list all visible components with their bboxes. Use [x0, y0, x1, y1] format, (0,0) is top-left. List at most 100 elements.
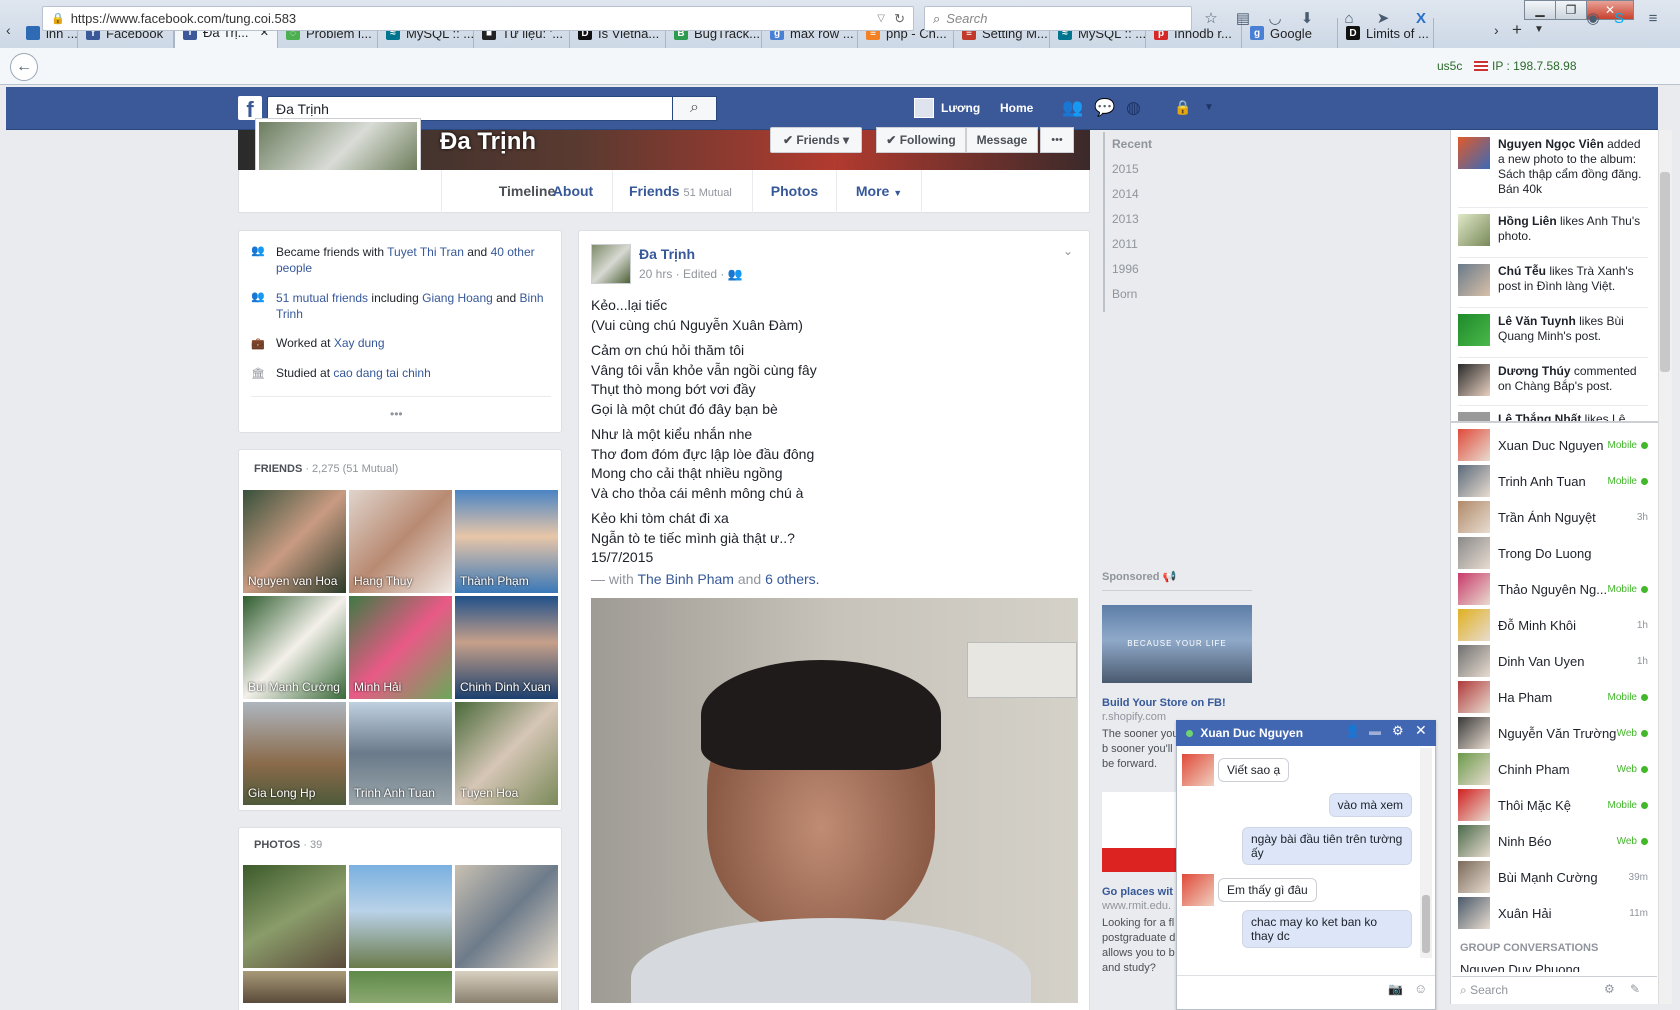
chat-contact[interactable]: Trần Ánh Nguyệt 3h — [1458, 499, 1648, 535]
ticker-story[interactable]: Lê Văn Tuynh likes Bùi Quang Minh's post… — [1458, 314, 1648, 346]
friend-link[interactable]: Tuyet Thi Tran — [387, 245, 464, 259]
friends-card-header[interactable]: FRIENDS · 2,275 (51 Mutual) — [254, 463, 398, 475]
privacy-lock-icon[interactable]: 🔒 — [1174, 99, 1191, 116]
audience-friends-icon[interactable]: 👥 — [728, 267, 743, 281]
chat-close-icon[interactable]: ✕ — [1415, 722, 1427, 739]
search-button[interactable]: ⌕ — [672, 96, 717, 121]
workplace-link[interactable]: Xay dung — [334, 336, 385, 350]
mutual-friends-link[interactable]: 51 mutual friends — [276, 291, 368, 305]
chat-contact[interactable]: Dinh Van Uyen 1h — [1458, 643, 1648, 679]
url-dropdown-icon[interactable]: ▽ — [877, 13, 885, 24]
pocket-icon[interactable]: ◡ — [1266, 10, 1284, 28]
friend-tile[interactable]: Hang Thuy — [349, 490, 452, 593]
friend-tile[interactable]: Bùi Mạnh Cường — [243, 596, 346, 699]
tab-about[interactable]: About — [540, 170, 606, 213]
user-name-link[interactable]: Lương — [941, 101, 980, 115]
ticker-story[interactable]: Nguyen Ngọc Viên added a new photo to th… — [1458, 137, 1648, 197]
home-link[interactable]: Home — [1000, 101, 1033, 115]
chat-contact[interactable]: Bùi Mạnh Cường 39m — [1458, 859, 1648, 895]
ad-image[interactable] — [1102, 792, 1177, 872]
photo-thumb[interactable] — [243, 971, 346, 1003]
x-extension-icon[interactable]: X — [1412, 10, 1430, 28]
school-link[interactable]: cao dang tai chinh — [333, 366, 430, 380]
emoji-icon[interactable]: ☺ — [1414, 981, 1427, 996]
back-button[interactable]: ← — [10, 53, 38, 81]
friend-link[interactable]: Giang Hoang — [422, 291, 493, 305]
browser-tab[interactable]: g Google — [1242, 18, 1338, 48]
skype-icon[interactable]: S — [1610, 10, 1628, 28]
user-avatar[interactable] — [914, 98, 934, 118]
friends-status-button[interactable]: ✔ Friends ▾ — [770, 127, 862, 153]
timeline-year-link[interactable]: 2014 — [1112, 187, 1139, 201]
video-call-icon[interactable]: ▬ — [1369, 724, 1381, 738]
post-author-name[interactable]: Đa Trịnh — [639, 246, 695, 262]
tab-scroll-right[interactable]: › — [1494, 22, 1499, 38]
window-minimize-button[interactable]: ▁ — [1524, 0, 1556, 20]
friend-tile[interactable]: Minh Hải — [349, 596, 452, 699]
new-message-icon[interactable]: ✎ — [1630, 982, 1640, 996]
send-icon[interactable]: ➤ — [1374, 10, 1392, 28]
reading-list-icon[interactable]: ▤ — [1234, 10, 1252, 28]
sidebar-search-input[interactable]: ⌕ Search — [1452, 976, 1657, 1004]
add-friend-to-chat-icon[interactable]: 👤 — [1345, 724, 1360, 738]
tab-photos[interactable]: Photos — [752, 170, 836, 213]
profile-more-button[interactable]: ••• — [1040, 127, 1074, 153]
timeline-year-link[interactable]: 2011 — [1112, 237, 1138, 251]
page-scrollbar-thumb[interactable] — [1660, 172, 1670, 372]
friend-tile[interactable]: Tuyen Hoa — [455, 702, 558, 805]
url-bar[interactable]: 🔒 https://www.facebook.com/tung.coi.583 … — [42, 6, 914, 31]
notifications-globe-icon[interactable]: ◍ — [1126, 98, 1141, 118]
friend-tile[interactable]: Thành Phạm — [455, 490, 558, 593]
intro-more-button[interactable]: ••• — [390, 407, 403, 421]
tagged-friend-link[interactable]: The Binh Pham — [637, 571, 734, 587]
message-button[interactable]: Message — [966, 127, 1038, 153]
new-tab-button[interactable]: + — [1512, 20, 1522, 40]
download-icon[interactable]: ⬇ — [1298, 10, 1316, 28]
post-author-avatar[interactable] — [591, 244, 631, 284]
timeline-year-link[interactable]: Born — [1112, 287, 1137, 301]
chat-contact[interactable]: Thảo Nguyên Ng... Mobile — [1458, 571, 1648, 607]
friend-tile[interactable]: Gia Long Hp — [243, 702, 346, 805]
search-bar[interactable]: ⌕ Search — [924, 6, 1192, 31]
photo-thumb[interactable] — [455, 971, 558, 1003]
ad-title-link[interactable]: Build Your Store on FB! — [1102, 697, 1226, 709]
camera-icon[interactable]: 📷 — [1388, 982, 1403, 996]
tab-scroll-left[interactable]: ‹ — [6, 22, 11, 38]
chat-contact[interactable]: Trinh Anh Tuan Mobile — [1458, 463, 1648, 499]
chat-contact[interactable]: Trong Do Luong — [1458, 535, 1648, 571]
chat-contact[interactable]: Chinh Pham Web — [1458, 751, 1648, 787]
chat-settings-gear-icon[interactable]: ⚙ — [1392, 723, 1404, 739]
window-maximize-button[interactable]: ❐ — [1555, 0, 1587, 20]
following-button[interactable]: ✔ Following — [876, 127, 966, 153]
chat-contact[interactable]: Ninh Béo Web — [1458, 823, 1648, 859]
chat-icon[interactable]: ◉ — [1584, 10, 1602, 28]
post-options-chevron-icon[interactable]: ⌄ — [1063, 244, 1073, 258]
group-conversation-item[interactable]: Nguyen Duy Phuong — [1460, 962, 1580, 972]
ticker-story[interactable]: Dương Thúy commented on Chàng Bắp's post… — [1458, 364, 1648, 396]
tagged-others-link[interactable]: 6 others. — [765, 571, 819, 587]
friend-requests-icon[interactable]: 👥 — [1062, 98, 1083, 118]
chat-contact[interactable]: Nguyễn Văn Trường Web — [1458, 715, 1648, 751]
timeline-year-link[interactable]: Recent — [1112, 137, 1152, 151]
menu-icon[interactable]: ≡ — [1644, 10, 1662, 28]
ticker-story[interactable]: Lê Thắng Nhất likes Lê — [1458, 412, 1648, 421]
photo-thumb[interactable] — [243, 865, 346, 968]
ticker-story[interactable]: Hồng Liên likes Anh Thu's photo. — [1458, 214, 1648, 246]
account-menu-chevron-icon[interactable]: ▼ — [1204, 102, 1214, 113]
chat-contact[interactable]: Xuan Duc Nguyen Mobile — [1458, 427, 1648, 463]
reload-icon[interactable]: ↻ — [894, 11, 905, 27]
post-photo[interactable] — [591, 598, 1078, 1003]
timeline-year-link[interactable]: 2015 — [1112, 162, 1139, 176]
chat-contact[interactable]: Xuân Hải 11m — [1458, 895, 1648, 931]
facebook-logo-icon[interactable]: f — [238, 96, 262, 122]
timeline-year-link[interactable]: 1996 — [1112, 262, 1139, 276]
ad-image[interactable]: BECAUSE YOUR LIFE — [1102, 605, 1252, 683]
photo-thumb[interactable] — [349, 971, 452, 1003]
tab-friends[interactable]: Friends 51 Mutual — [612, 170, 752, 213]
timeline-year-link[interactable]: 2013 — [1112, 212, 1139, 226]
photo-thumb[interactable] — [349, 865, 452, 968]
sidebar-settings-gear-icon[interactable]: ⚙ — [1604, 982, 1615, 996]
chat-contact[interactable]: Thôi Mặc Kệ Mobile — [1458, 787, 1648, 823]
photos-card-header[interactable]: PHOTOS · 39 — [254, 839, 322, 851]
photo-thumb[interactable] — [455, 865, 558, 968]
